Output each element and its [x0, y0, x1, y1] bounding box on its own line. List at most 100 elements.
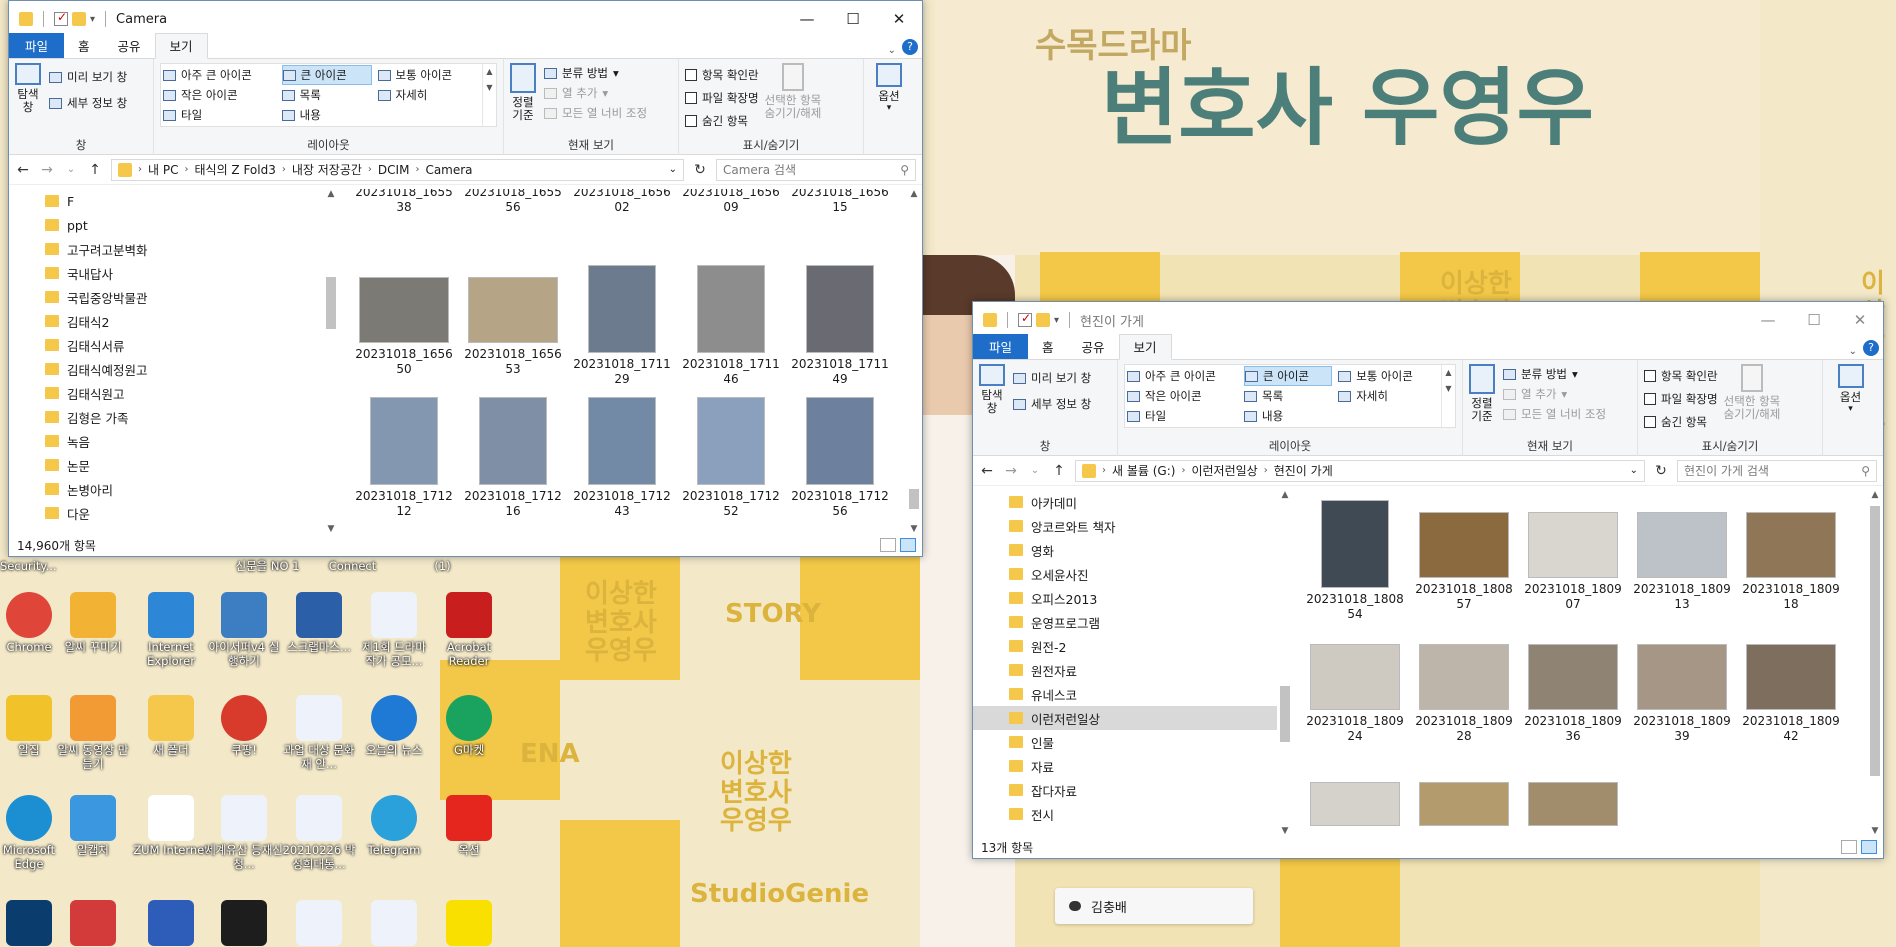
layout-scroll[interactable]: ▲ ▼: [482, 64, 496, 126]
desktop-shortcut[interactable]: [280, 900, 358, 947]
collapse-ribbon-icon[interactable]: ⌄: [1843, 344, 1863, 359]
desktop-shortcut[interactable]: ZUM Internet: [132, 795, 210, 858]
hidden-items-toggle[interactable]: 숨긴 항목: [1644, 412, 1718, 432]
layout-content[interactable]: 내용: [281, 105, 372, 125]
file-thumbnail-item[interactable]: [1414, 782, 1514, 830]
details-view-icon[interactable]: [880, 538, 896, 552]
navigation-pane-button[interactable]: 탐색 창: [979, 364, 1005, 415]
desktop-shortcut[interactable]: 세계유산 등재신청...: [205, 795, 283, 872]
preview-pane-button[interactable]: 미리 보기 창: [49, 67, 127, 87]
forward-arrow-icon[interactable]: →: [1003, 463, 1019, 479]
layout-tiles[interactable]: 타일: [163, 105, 276, 125]
file-thumbnail-item[interactable]: 20231018_1656 15: [790, 189, 890, 215]
tab-view[interactable]: 보기: [1118, 334, 1172, 360]
customize-dropdown-icon[interactable]: ▾: [1054, 315, 1059, 326]
desktop-shortcut[interactable]: 알씨 꾸미기: [54, 592, 132, 655]
forward-arrow-icon[interactable]: →: [39, 162, 55, 178]
checkbox[interactable]: [1644, 370, 1656, 382]
chevron-right-icon[interactable]: ›: [138, 164, 142, 175]
chevron-right-icon[interactable]: ›: [368, 164, 372, 175]
tree-scrollbar[interactable]: ▲ ▼: [1277, 490, 1293, 836]
tab-home[interactable]: 홈: [1028, 335, 1068, 359]
maximize-button[interactable]: ☐: [1791, 302, 1837, 338]
desktop-shortcut[interactable]: 쿠팡!: [205, 695, 283, 758]
file-thumbnail-item[interactable]: 20231018_1656 09: [681, 189, 781, 215]
up-arrow-icon[interactable]: ↑: [87, 162, 103, 178]
breadcrumb-item[interactable]: 이런저런일상: [1191, 462, 1257, 479]
checkbox[interactable]: [1644, 416, 1656, 428]
file-thumbnail-item[interactable]: 20231018_1712 16: [463, 397, 563, 519]
tree-item[interactable]: 녹음: [9, 429, 339, 453]
tab-view[interactable]: 보기: [154, 33, 208, 59]
customize-dropdown-icon[interactable]: ▾: [90, 14, 95, 25]
tree-item[interactable]: 다운: [9, 501, 339, 525]
group-by-button[interactable]: 분류 방법 ▾: [1503, 364, 1606, 384]
file-extensions-toggle[interactable]: 파일 확장명: [685, 88, 759, 108]
tree-item[interactable]: F: [9, 189, 339, 213]
large-icons-view-icon[interactable]: [1861, 840, 1877, 854]
title-bar[interactable]: ▾ 현진이 가게 —☐✕: [973, 302, 1883, 338]
tree-item[interactable]: 이런저런일상: [973, 706, 1293, 730]
desktop-shortcut[interactable]: 아이서퍼v4 실행하기: [205, 592, 283, 669]
tree-item[interactable]: 유네스코: [973, 682, 1293, 706]
file-thumbnail-item[interactable]: 20231018_1808 57: [1414, 500, 1514, 612]
tree-item[interactable]: 고구려고분벽화: [9, 237, 339, 261]
tree-item[interactable]: 운영프로그램: [973, 610, 1293, 634]
recent-dropdown-icon[interactable]: ⌄: [1027, 465, 1043, 476]
breadcrumb-item[interactable]: 새 볼륨 (G:): [1112, 462, 1175, 479]
layout-list[interactable]: 목록: [281, 85, 372, 105]
desktop-shortcut[interactable]: Acrobat Reader: [430, 592, 508, 669]
checkbox[interactable]: [685, 92, 697, 104]
breadcrumb-item[interactable]: 내장 저장공간: [292, 161, 362, 178]
explorer-window-camera[interactable]: ▾ Camera —☐✕ 파일 홈 공유 보기 ⌄ ? 탐색 창 미리 보기 창…: [8, 0, 923, 557]
back-arrow-icon[interactable]: ←: [979, 463, 995, 479]
tree-item[interactable]: 국내답사: [9, 261, 339, 285]
tree-item[interactable]: 원전-2: [973, 634, 1293, 658]
file-thumbnail-item[interactable]: 20231018_1809 36: [1523, 632, 1623, 744]
group-by-button[interactable]: 분류 방법 ▾: [544, 63, 647, 83]
large-icons-view-icon[interactable]: [900, 538, 916, 552]
minimize-button[interactable]: —: [784, 1, 830, 37]
preview-pane-button[interactable]: 미리 보기 창: [1013, 368, 1091, 388]
details-pane-button[interactable]: 세부 정보 창: [49, 93, 127, 113]
details-view-icon[interactable]: [1841, 840, 1857, 854]
file-thumbnail-item[interactable]: 20231018_1809 28: [1414, 632, 1514, 744]
layout-extra-large[interactable]: 아주 큰 아이콘: [163, 65, 276, 85]
tree-item[interactable]: 논병아리: [9, 477, 339, 501]
close-button[interactable]: ✕: [876, 1, 922, 37]
file-thumbnail-item[interactable]: 20231018_1809 13: [1632, 500, 1732, 612]
tree-item[interactable]: 김형은 가족: [9, 405, 339, 429]
tab-share[interactable]: 공유: [104, 34, 155, 58]
search-box[interactable]: 현진이 가게 검색 ⚲: [1677, 459, 1877, 482]
file-thumbnail-item[interactable]: 20231018_1656 50: [354, 265, 454, 377]
close-button[interactable]: ✕: [1837, 302, 1883, 338]
tree-scrollbar[interactable]: ▲ ▼: [323, 189, 339, 534]
desktop-shortcut[interactable]: [430, 900, 508, 947]
breadcrumb-item[interactable]: 내 PC: [148, 161, 178, 178]
grid-scrollbar[interactable]: ▲ ▼: [1867, 490, 1883, 836]
file-thumbnail-item[interactable]: 20231018_1655 38: [354, 189, 454, 215]
chevron-right-icon[interactable]: ›: [1264, 465, 1268, 476]
file-thumbnail-item[interactable]: 20231018_1809 42: [1741, 632, 1841, 744]
new-folder-icon[interactable]: [1036, 313, 1050, 327]
tree-item[interactable]: 잡다자료: [973, 778, 1293, 802]
desktop-shortcut[interactable]: [205, 900, 283, 947]
back-arrow-icon[interactable]: ←: [15, 162, 31, 178]
chevron-right-icon[interactable]: ›: [184, 164, 188, 175]
desktop-shortcut[interactable]: 20210226 박성희대통...: [280, 795, 358, 872]
layout-extra-large[interactable]: 아주 큰 아이콘: [1127, 366, 1238, 386]
file-extensions-toggle[interactable]: 파일 확장명: [1644, 389, 1718, 409]
file-thumbnail-item[interactable]: 20231018_1809 18: [1741, 500, 1841, 612]
layout-content[interactable]: 내용: [1244, 406, 1332, 426]
tree-item[interactable]: ppt: [9, 213, 339, 237]
up-arrow-icon[interactable]: ↑: [1051, 463, 1067, 479]
file-thumbnail-item[interactable]: 20231018_1711 49: [790, 265, 890, 387]
layout-large[interactable]: 큰 아이콘: [1244, 366, 1333, 386]
title-bar[interactable]: ▾ Camera —☐✕: [9, 1, 922, 37]
desktop-shortcut[interactable]: 새 폴더: [132, 695, 210, 758]
file-thumbnail-item[interactable]: [1305, 782, 1405, 830]
help-icon[interactable]: ?: [1863, 340, 1879, 356]
file-thumbnail-item[interactable]: 20231018_1712 43: [572, 397, 672, 519]
path-dropdown-icon[interactable]: ⌄: [1630, 465, 1638, 476]
tree-item[interactable]: 논문: [9, 453, 339, 477]
